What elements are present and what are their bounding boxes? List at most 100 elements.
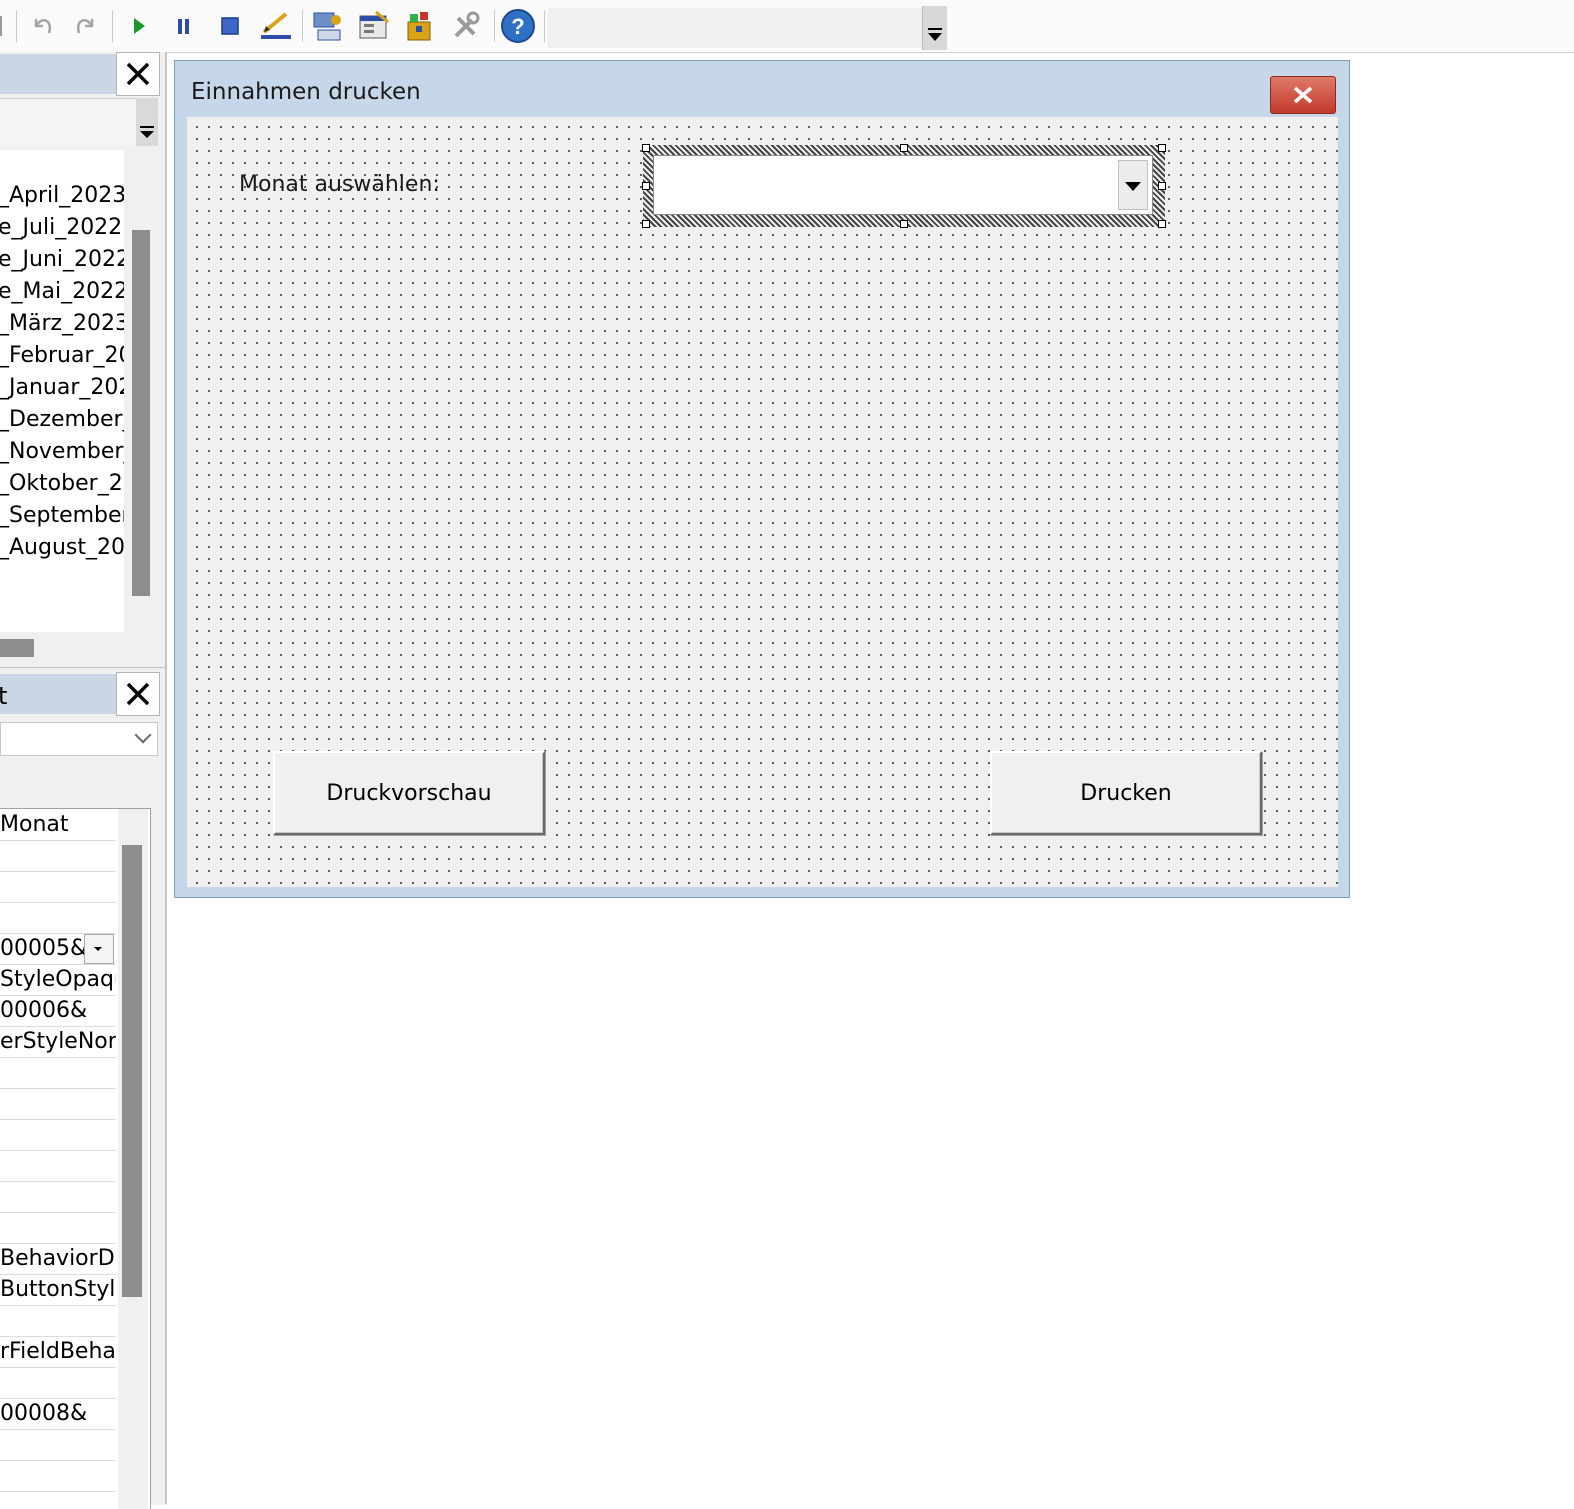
panel-splitter[interactable] xyxy=(165,52,167,1504)
standard-toolbar: ? xyxy=(0,0,1574,53)
tree-item[interactable]: _August_202 xyxy=(0,532,124,564)
tree-item[interactable]: _April_2023 xyxy=(0,180,124,212)
vertical-scrollbar[interactable] xyxy=(128,150,152,632)
project-explorer-title xyxy=(0,54,116,94)
month-combobox-selection[interactable] xyxy=(642,144,1166,228)
tree-item[interactable]: _Dezember_ xyxy=(0,404,124,436)
tree-item[interactable]: _September_ xyxy=(0,500,124,532)
property-row[interactable] xyxy=(0,1181,116,1213)
resize-handle[interactable] xyxy=(900,144,908,152)
property-row[interactable] xyxy=(0,1150,116,1182)
month-combobox[interactable] xyxy=(653,155,1153,215)
project-explorer-panel: _April_2023 e_Juli_2022 e_Juni_2022 e_Ma… xyxy=(0,52,167,667)
tree-item[interactable]: _März_2023 xyxy=(0,308,124,340)
property-value: 00005& xyxy=(0,936,88,961)
reset-icon[interactable] xyxy=(210,6,250,46)
project-tree: _April_2023 e_Juli_2022 e_Juni_2022 e_Ma… xyxy=(0,150,124,632)
property-value: ButtonStyle xyxy=(0,1277,116,1302)
tree-item[interactable]: e_Juli_2022 xyxy=(0,212,122,244)
undo-icon[interactable] xyxy=(22,6,62,46)
resize-handle[interactable] xyxy=(1158,144,1166,152)
close-button[interactable] xyxy=(1270,76,1336,114)
tree-item[interactable]: _Oktober_20 xyxy=(0,468,124,500)
property-row[interactable] xyxy=(0,1212,116,1244)
property-row[interactable] xyxy=(0,1119,116,1151)
property-row[interactable]: 00008& xyxy=(0,1398,116,1430)
vertical-scrollbar[interactable] xyxy=(118,809,148,1509)
scrollbar-thumb[interactable] xyxy=(122,845,142,1297)
property-row[interactable]: Monat xyxy=(0,809,116,841)
properties-title: t xyxy=(0,682,8,710)
property-value: StyleOpaqu xyxy=(0,967,116,992)
resize-handle[interactable] xyxy=(1158,182,1166,190)
property-row[interactable] xyxy=(0,1429,116,1461)
tree-item[interactable]: e_Juni_2022 xyxy=(0,244,124,276)
form-canvas[interactable]: Monat auswählen: Druckvorschau Drucken xyxy=(187,117,1338,887)
property-row[interactable]: rFieldBehav xyxy=(0,1336,116,1368)
project-explorer-icon[interactable] xyxy=(308,6,348,46)
tree-item[interactable]: _Februar_20 xyxy=(0,340,124,372)
resize-handle[interactable] xyxy=(642,144,650,152)
break-icon[interactable] xyxy=(164,6,204,46)
toolbar-overflow-icon[interactable] xyxy=(136,98,158,146)
print-button[interactable]: Drucken xyxy=(990,751,1262,835)
property-value: Monat xyxy=(0,812,69,837)
toolbar-separator xyxy=(112,10,113,42)
properties-title-bar: t xyxy=(0,674,116,714)
property-row[interactable] xyxy=(0,1460,116,1492)
property-value: erStyleNone xyxy=(0,1029,116,1054)
help-icon[interactable]: ? xyxy=(498,6,538,46)
resize-handle[interactable] xyxy=(642,182,650,190)
property-value: BehaviorDis xyxy=(0,1246,116,1271)
property-grid: Monat 00005& StyleOpaqu 00006& erStyleNo… xyxy=(0,808,151,1509)
close-icon[interactable] xyxy=(116,672,160,716)
tree-item[interactable]: _November_ xyxy=(0,436,124,468)
property-value: rFieldBehav xyxy=(0,1339,116,1364)
project-combo[interactable] xyxy=(0,98,136,145)
print-preview-button[interactable]: Druckvorschau xyxy=(273,751,545,835)
userform-window: Einnahmen drucken Monat auswählen: Druck… xyxy=(174,60,1350,898)
horizontal-scrollbar-thumb[interactable] xyxy=(0,639,34,657)
resize-handle[interactable] xyxy=(900,220,908,228)
chevron-down-icon[interactable] xyxy=(1118,160,1148,210)
resize-handle[interactable] xyxy=(1158,220,1166,228)
close-icon[interactable] xyxy=(116,52,160,96)
location-combo[interactable] xyxy=(548,8,922,48)
property-row[interactable] xyxy=(0,902,116,934)
properties-panel: t Monat 00005& StyleOpaqu 00006& erStyle… xyxy=(0,667,167,1509)
property-row[interactable] xyxy=(0,1305,116,1337)
property-row[interactable]: StyleOpaqu xyxy=(0,964,116,996)
tree-item[interactable]: e_Mai_2022) xyxy=(0,276,124,308)
close-icon xyxy=(1293,86,1313,104)
scrollbar-thumb[interactable] xyxy=(132,230,150,596)
property-row[interactable] xyxy=(0,871,116,903)
property-value: 00006& xyxy=(0,998,88,1023)
toolbar-separator xyxy=(544,10,545,42)
chevron-down-icon xyxy=(134,726,152,744)
property-row[interactable] xyxy=(0,1367,116,1399)
svg-text:?: ? xyxy=(511,14,524,39)
property-row[interactable]: erStyleNone xyxy=(0,1026,116,1058)
property-dropdown-button[interactable] xyxy=(84,934,114,964)
tree-item[interactable]: _Januar_202 xyxy=(0,372,124,404)
toolbar-overflow-icon[interactable] xyxy=(922,6,947,50)
object-browser-icon[interactable] xyxy=(400,6,440,46)
property-row[interactable] xyxy=(0,1088,116,1120)
property-row[interactable] xyxy=(0,1057,116,1089)
toolbar-separator xyxy=(494,10,495,42)
resize-handle[interactable] xyxy=(642,220,650,228)
toolbar-separator xyxy=(16,10,17,42)
redo-icon[interactable] xyxy=(66,6,106,46)
property-row[interactable] xyxy=(0,840,116,872)
property-row[interactable]: 00006& xyxy=(0,995,116,1027)
property-row[interactable]: BehaviorDis xyxy=(0,1243,116,1275)
object-select[interactable] xyxy=(0,722,158,756)
toolbox-icon[interactable] xyxy=(446,6,486,46)
property-value: 00008& xyxy=(0,1401,88,1426)
design-mode-icon[interactable] xyxy=(256,6,296,46)
run-icon[interactable] xyxy=(118,6,158,46)
save-icon[interactable] xyxy=(0,6,12,46)
property-row[interactable]: ButtonStyle xyxy=(0,1274,116,1306)
properties-window-icon[interactable] xyxy=(354,6,394,46)
toolbar-separator xyxy=(302,10,303,42)
